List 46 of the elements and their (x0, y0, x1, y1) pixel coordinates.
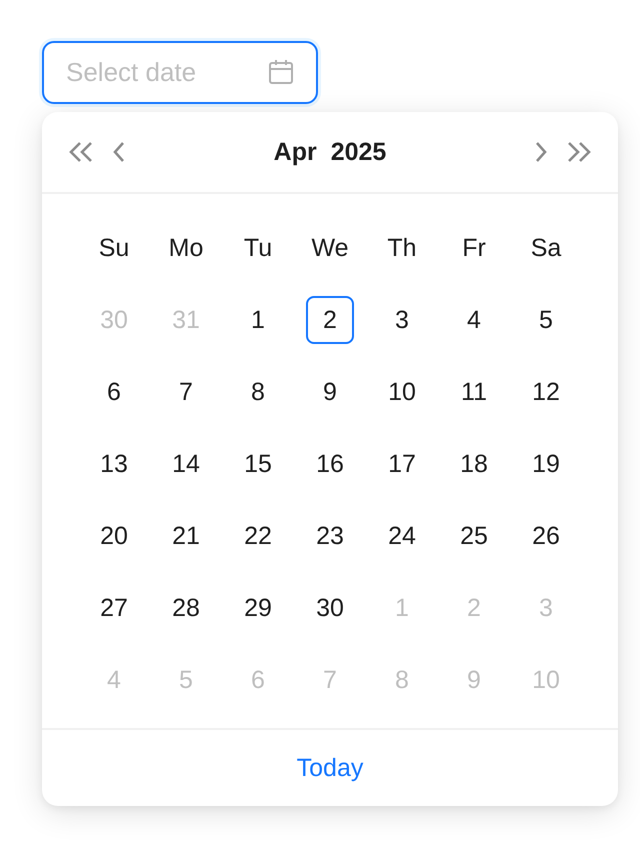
chevron-left-icon[interactable] (112, 141, 126, 163)
day-cell[interactable]: 2 (306, 296, 354, 344)
day-cell[interactable]: 9 (306, 368, 354, 416)
weekday-label: Mo (168, 234, 204, 262)
date-input-field[interactable]: Select date (42, 41, 318, 104)
day-cell[interactable]: 22 (234, 512, 282, 560)
weekday-label: Th (387, 234, 417, 262)
day-cell[interactable]: 29 (234, 584, 282, 632)
weekday-label: We (311, 234, 349, 262)
day-cell[interactable]: 25 (450, 512, 498, 560)
month-label[interactable]: Apr (274, 138, 317, 166)
day-cell[interactable]: 24 (378, 512, 426, 560)
double-chevron-left-icon[interactable] (68, 141, 94, 163)
day-cell[interactable]: 1 (234, 296, 282, 344)
day-cell[interactable]: 13 (90, 440, 138, 488)
day-cell[interactable]: 14 (162, 440, 210, 488)
day-cell[interactable]: 21 (162, 512, 210, 560)
day-cell[interactable]: 27 (90, 584, 138, 632)
day-cell[interactable]: 19 (522, 440, 570, 488)
weekday-label: Tu (244, 234, 272, 262)
day-cell[interactable]: 23 (306, 512, 354, 560)
double-chevron-right-icon[interactable] (566, 141, 592, 163)
weekday-label: Sa (530, 234, 562, 262)
day-cell[interactable]: 6 (90, 368, 138, 416)
day-cell[interactable]: 10 (378, 368, 426, 416)
day-cell[interactable]: 5 (522, 296, 570, 344)
day-cell[interactable]: 30 (306, 584, 354, 632)
year-label[interactable]: 2025 (330, 138, 386, 166)
day-cell[interactable]: 15 (234, 440, 282, 488)
day-cell[interactable]: 3 (378, 296, 426, 344)
day-cell[interactable]: 28 (162, 584, 210, 632)
weekday-label: Su (98, 234, 130, 262)
day-cell[interactable]: 7 (162, 368, 210, 416)
weekday-label: Fr (462, 234, 486, 262)
day-cell[interactable]: 12 (522, 368, 570, 416)
day-cell[interactable]: 17 (378, 440, 426, 488)
calendar-icon (268, 59, 294, 85)
chevron-right-icon[interactable] (534, 141, 548, 163)
day-cell[interactable]: 8 (234, 368, 282, 416)
day-cell[interactable]: 16 (306, 440, 354, 488)
day-cell[interactable]: 4 (450, 296, 498, 344)
day-cell[interactable]: 26 (522, 512, 570, 560)
day-cell[interactable]: 11 (450, 368, 498, 416)
day-cell[interactable]: 20 (90, 512, 138, 560)
day-cell[interactable]: 18 (450, 440, 498, 488)
today-link[interactable]: Today (296, 754, 364, 782)
